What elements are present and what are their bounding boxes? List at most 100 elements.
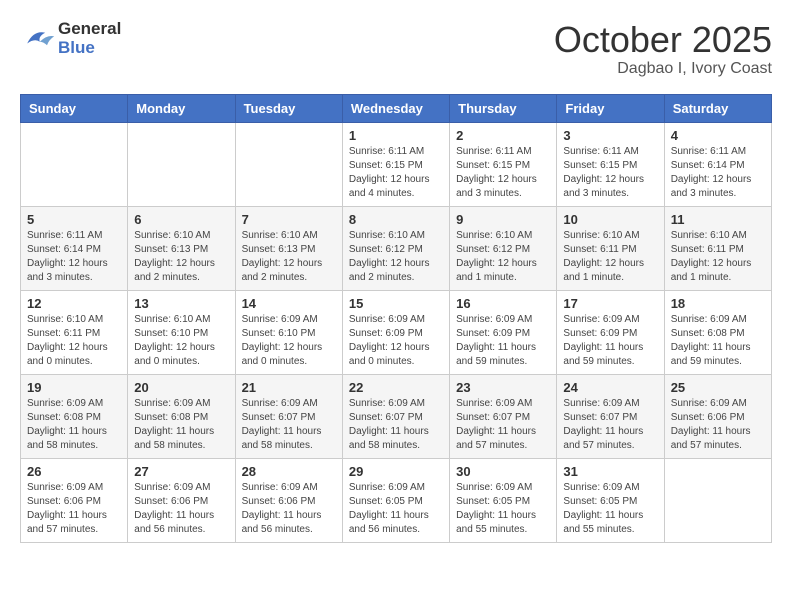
day-number: 26 bbox=[27, 464, 121, 479]
calendar-cell: 5Sunrise: 6:11 AM Sunset: 6:14 PM Daylig… bbox=[21, 206, 128, 290]
calendar-cell: 2 Sunrise: 6:11 AM Sunset: 6:15 PM Daylig… bbox=[450, 122, 557, 206]
day-number: 4 bbox=[671, 128, 765, 143]
calendar-cell: 27 Sunrise: 6:09 AM Sunset: 6:06 PM Dayli… bbox=[128, 458, 235, 542]
day-info: Sunrise: 6:11 AM Sunset: 6:15 PM Dayligh… bbox=[563, 145, 657, 201]
day-info: Sunrise: 6:09 AM Sunset: 6:08 PM Dayligh… bbox=[27, 397, 121, 453]
day-info: Sunrise: 6:09 AM Sunset: 6:06 PM Dayligh… bbox=[242, 481, 336, 537]
calendar-cell: 10Sunrise: 6:10 AM Sunset: 6:11 PM Dayli… bbox=[557, 206, 664, 290]
calendar-cell bbox=[128, 122, 235, 206]
day-info: Sunrise: 6:10 AM Sunset: 6:10 PM Dayligh… bbox=[134, 313, 228, 369]
day-info: Sunrise: 6:09 AM Sunset: 6:08 PM Dayligh… bbox=[134, 397, 228, 453]
day-info: Sunrise: 6:09 AM Sunset: 6:09 PM Dayligh… bbox=[456, 313, 550, 369]
calendar-cell: 12 Sunrise: 6:10 AM Sunset: 6:11 PM Dayli… bbox=[21, 290, 128, 374]
calendar-cell: 11 Sunrise: 6:10 AM Sunset: 6:11 PM Dayli… bbox=[664, 206, 771, 290]
day-number: 10 bbox=[563, 212, 657, 227]
day-info: Sunrise: 6:11 AM Sunset: 6:14 PM Dayligh… bbox=[27, 229, 121, 285]
day-number: 17 bbox=[563, 296, 657, 311]
logo: General Blue bbox=[20, 20, 121, 57]
calendar-cell bbox=[664, 458, 771, 542]
calendar-header-sunday: Sunday bbox=[21, 94, 128, 122]
day-number: 20 bbox=[134, 380, 228, 395]
day-info: Sunrise: 6:10 AM Sunset: 6:13 PM Dayligh… bbox=[134, 229, 228, 285]
calendar-cell: 4Sunrise: 6:11 AM Sunset: 6:14 PM Daylig… bbox=[664, 122, 771, 206]
day-number: 11 bbox=[671, 212, 765, 227]
day-info: Sunrise: 6:09 AM Sunset: 6:05 PM Dayligh… bbox=[349, 481, 443, 537]
day-info: Sunrise: 6:09 AM Sunset: 6:05 PM Dayligh… bbox=[563, 481, 657, 537]
day-info: Sunrise: 6:10 AM Sunset: 6:11 PM Dayligh… bbox=[671, 229, 765, 285]
day-info: Sunrise: 6:09 AM Sunset: 6:08 PM Dayligh… bbox=[671, 313, 765, 369]
day-info: Sunrise: 6:09 AM Sunset: 6:06 PM Dayligh… bbox=[27, 481, 121, 537]
day-number: 30 bbox=[456, 464, 550, 479]
day-info: Sunrise: 6:10 AM Sunset: 6:13 PM Dayligh… bbox=[242, 229, 336, 285]
calendar-week-row: 1 Sunrise: 6:11 AM Sunset: 6:15 PM Daylig… bbox=[21, 122, 772, 206]
day-number: 7 bbox=[242, 212, 336, 227]
day-number: 22 bbox=[349, 380, 443, 395]
day-number: 3 bbox=[563, 128, 657, 143]
calendar-cell: 20 Sunrise: 6:09 AM Sunset: 6:08 PM Dayli… bbox=[128, 374, 235, 458]
day-number: 16 bbox=[456, 296, 550, 311]
logo-bird-icon bbox=[20, 25, 56, 53]
calendar-cell: 13 Sunrise: 6:10 AM Sunset: 6:10 PM Dayli… bbox=[128, 290, 235, 374]
month-title: October 2025 bbox=[554, 20, 772, 60]
day-number: 12 bbox=[27, 296, 121, 311]
day-number: 27 bbox=[134, 464, 228, 479]
calendar-header-monday: Monday bbox=[128, 94, 235, 122]
calendar-cell: 15Sunrise: 6:09 AM Sunset: 6:09 PM Dayli… bbox=[342, 290, 449, 374]
calendar-cell: 9Sunrise: 6:10 AM Sunset: 6:12 PM Daylig… bbox=[450, 206, 557, 290]
calendar-cell: 16 Sunrise: 6:09 AM Sunset: 6:09 PM Dayli… bbox=[450, 290, 557, 374]
day-number: 21 bbox=[242, 380, 336, 395]
calendar-cell: 7 Sunrise: 6:10 AM Sunset: 6:13 PM Daylig… bbox=[235, 206, 342, 290]
calendar-cell: 18Sunrise: 6:09 AM Sunset: 6:08 PM Dayli… bbox=[664, 290, 771, 374]
calendar-cell: 14Sunrise: 6:09 AM Sunset: 6:10 PM Dayli… bbox=[235, 290, 342, 374]
calendar-cell: 30Sunrise: 6:09 AM Sunset: 6:05 PM Dayli… bbox=[450, 458, 557, 542]
calendar-header-thursday: Thursday bbox=[450, 94, 557, 122]
day-number: 1 bbox=[349, 128, 443, 143]
calendar-cell bbox=[235, 122, 342, 206]
calendar-cell bbox=[21, 122, 128, 206]
day-info: Sunrise: 6:09 AM Sunset: 6:09 PM Dayligh… bbox=[349, 313, 443, 369]
calendar-header-saturday: Saturday bbox=[664, 94, 771, 122]
location-title: Dagbao I, Ivory Coast bbox=[554, 60, 772, 78]
day-info: Sunrise: 6:11 AM Sunset: 6:15 PM Dayligh… bbox=[349, 145, 443, 201]
day-number: 6 bbox=[134, 212, 228, 227]
day-info: Sunrise: 6:09 AM Sunset: 6:07 PM Dayligh… bbox=[349, 397, 443, 453]
title-area: October 2025 Dagbao I, Ivory Coast bbox=[554, 20, 772, 78]
day-info: Sunrise: 6:11 AM Sunset: 6:15 PM Dayligh… bbox=[456, 145, 550, 201]
calendar-week-row: 12 Sunrise: 6:10 AM Sunset: 6:11 PM Dayli… bbox=[21, 290, 772, 374]
calendar-week-row: 19 Sunrise: 6:09 AM Sunset: 6:08 PM Dayli… bbox=[21, 374, 772, 458]
calendar-week-row: 26 Sunrise: 6:09 AM Sunset: 6:06 PM Dayli… bbox=[21, 458, 772, 542]
calendar-cell: 26 Sunrise: 6:09 AM Sunset: 6:06 PM Dayli… bbox=[21, 458, 128, 542]
day-number: 24 bbox=[563, 380, 657, 395]
day-number: 13 bbox=[134, 296, 228, 311]
calendar-cell: 6 Sunrise: 6:10 AM Sunset: 6:13 PM Daylig… bbox=[128, 206, 235, 290]
calendar-cell: 29 Sunrise: 6:09 AM Sunset: 6:05 PM Dayli… bbox=[342, 458, 449, 542]
day-info: Sunrise: 6:10 AM Sunset: 6:11 PM Dayligh… bbox=[27, 313, 121, 369]
day-number: 19 bbox=[27, 380, 121, 395]
day-info: Sunrise: 6:09 AM Sunset: 6:06 PM Dayligh… bbox=[134, 481, 228, 537]
calendar-cell: 25 Sunrise: 6:09 AM Sunset: 6:06 PM Dayli… bbox=[664, 374, 771, 458]
day-number: 25 bbox=[671, 380, 765, 395]
day-number: 2 bbox=[456, 128, 550, 143]
calendar-cell: 17Sunrise: 6:09 AM Sunset: 6:09 PM Dayli… bbox=[557, 290, 664, 374]
day-number: 23 bbox=[456, 380, 550, 395]
calendar-header-wednesday: Wednesday bbox=[342, 94, 449, 122]
day-info: Sunrise: 6:09 AM Sunset: 6:07 PM Dayligh… bbox=[563, 397, 657, 453]
day-info: Sunrise: 6:09 AM Sunset: 6:07 PM Dayligh… bbox=[456, 397, 550, 453]
calendar-cell: 3 Sunrise: 6:11 AM Sunset: 6:15 PM Daylig… bbox=[557, 122, 664, 206]
calendar-header-friday: Friday bbox=[557, 94, 664, 122]
day-number: 29 bbox=[349, 464, 443, 479]
day-info: Sunrise: 6:10 AM Sunset: 6:12 PM Dayligh… bbox=[349, 229, 443, 285]
calendar-table: SundayMondayTuesdayWednesdayThursdayFrid… bbox=[20, 94, 772, 543]
day-info: Sunrise: 6:09 AM Sunset: 6:07 PM Dayligh… bbox=[242, 397, 336, 453]
calendar-cell: 21 Sunrise: 6:09 AM Sunset: 6:07 PM Dayli… bbox=[235, 374, 342, 458]
calendar-cell: 28 Sunrise: 6:09 AM Sunset: 6:06 PM Dayli… bbox=[235, 458, 342, 542]
calendar-cell: 31Sunrise: 6:09 AM Sunset: 6:05 PM Dayli… bbox=[557, 458, 664, 542]
day-number: 14 bbox=[242, 296, 336, 311]
calendar-header-tuesday: Tuesday bbox=[235, 94, 342, 122]
day-number: 8 bbox=[349, 212, 443, 227]
day-info: Sunrise: 6:09 AM Sunset: 6:06 PM Dayligh… bbox=[671, 397, 765, 453]
logo-general: General bbox=[58, 20, 121, 39]
calendar-cell: 22 Sunrise: 6:09 AM Sunset: 6:07 PM Dayli… bbox=[342, 374, 449, 458]
day-number: 28 bbox=[242, 464, 336, 479]
calendar-cell: 24 Sunrise: 6:09 AM Sunset: 6:07 PM Dayli… bbox=[557, 374, 664, 458]
